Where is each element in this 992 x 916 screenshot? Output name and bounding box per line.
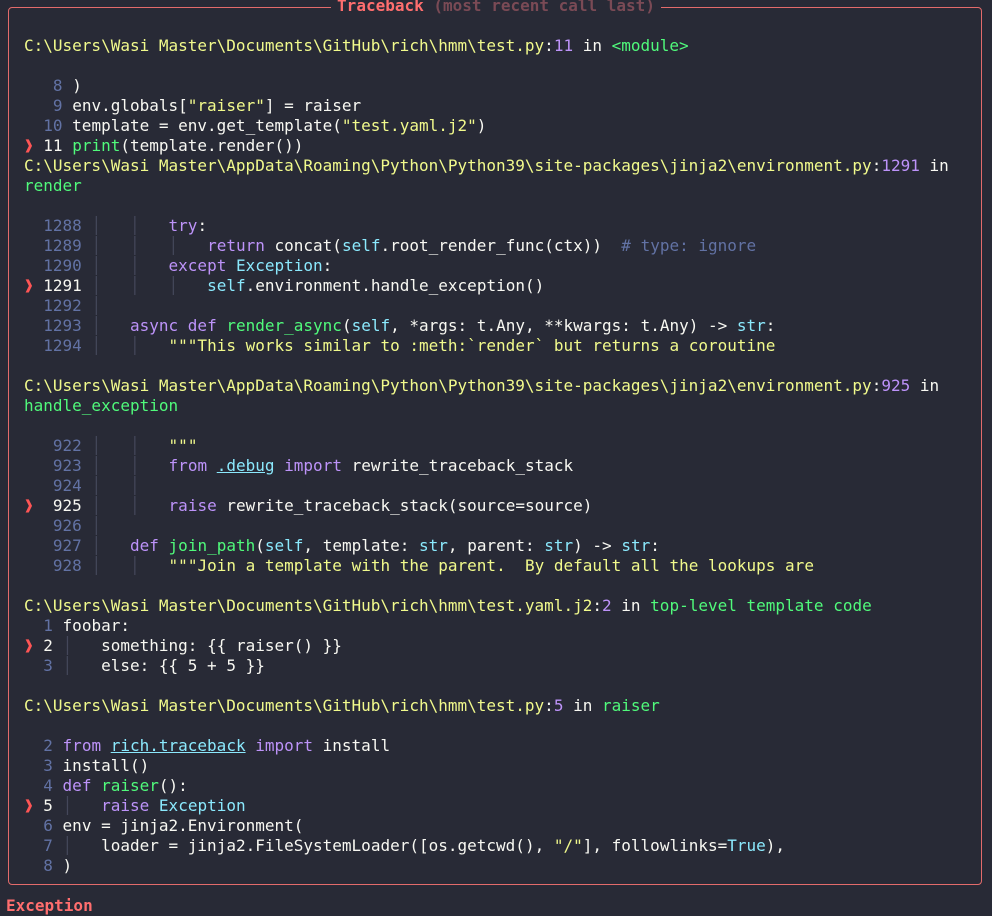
code-line: 926 │	[52, 516, 102, 535]
frame-header[interactable]: C:\Users\Wasi Master\AppData\Roaming\Pyt…	[24, 156, 974, 176]
code-line: 924 │ │	[52, 476, 140, 495]
traceback-title: Traceback (most recent call last)	[0, 0, 992, 15]
code-line: 3 install()	[43, 756, 150, 775]
code-line: 8 )	[43, 856, 73, 875]
code-line: 1289 │ │ │ return concat(self.root_rende…	[43, 236, 757, 255]
frame-header[interactable]: C:\Users\Wasi Master\Documents\GitHub\ri…	[24, 36, 974, 56]
code-line: 9 env.globals["raiser"] = raiser	[52, 96, 362, 115]
code-line: 923 │ │ from .debug import rewrite_trace…	[52, 456, 574, 475]
code-line-current: ❱ 925 │ │ raise rewrite_traceback_stack(…	[24, 496, 593, 515]
frames-container: C:\Users\Wasi Master\Documents\GitHub\ri…	[24, 36, 974, 876]
code-line: 1288 │ │ try:	[43, 216, 208, 235]
code-line: 927 │ def join_path(self, template: str,…	[52, 536, 660, 555]
code-line: 6 env = jinja2.Environment(	[43, 816, 304, 835]
code-line: 922 │ │ """	[52, 436, 198, 455]
code-line-current: ❱ 5 │ raise Exception	[24, 796, 246, 815]
frame-header[interactable]: C:\Users\Wasi Master\Documents\GitHub\ri…	[24, 696, 974, 716]
error-arrow-icon: ❱	[24, 636, 34, 655]
code-line: 3 │ else: {{ 5 + 5 }}	[43, 656, 265, 675]
code-line: 1294 │ │ """This works similar to :meth:…	[43, 336, 776, 355]
error-arrow-icon: ❱	[24, 136, 34, 155]
frame-header[interactable]: C:\Users\Wasi Master\AppData\Roaming\Pyt…	[24, 376, 974, 396]
code-line: 1 foobar:	[43, 616, 130, 635]
code-line: 1292 │	[43, 296, 102, 315]
code-line: 10 template = env.get_template("test.yam…	[43, 116, 487, 135]
code-line: 4 def raiser():	[43, 776, 188, 795]
code-line-current: ❱ 11 print(template.render())	[24, 136, 304, 155]
code-line-current: ❱ 2 │ something: {{ raiser() }}	[24, 636, 342, 655]
code-line: 2 from rich.traceback import install	[43, 736, 391, 755]
code-line: 8 )	[52, 76, 82, 95]
error-arrow-icon: ❱	[24, 796, 34, 815]
code-line: 1293 │ async def render_async(self, *arg…	[43, 316, 776, 335]
code-line: 928 │ │ """Join a template with the pare…	[52, 556, 814, 575]
exception-type: Exception	[6, 896, 93, 915]
frame-header[interactable]: C:\Users\Wasi Master\Documents\GitHub\ri…	[24, 596, 974, 616]
code-line: 1290 │ │ except Exception:	[43, 256, 333, 275]
code-line-current: ❱ 1291 │ │ │ self.environment.handle_exc…	[24, 276, 545, 295]
error-arrow-icon: ❱	[24, 496, 34, 515]
error-arrow-icon: ❱	[24, 276, 34, 295]
code-line: 7 │ loader = jinja2.FileSystemLoader([os…	[43, 836, 786, 855]
